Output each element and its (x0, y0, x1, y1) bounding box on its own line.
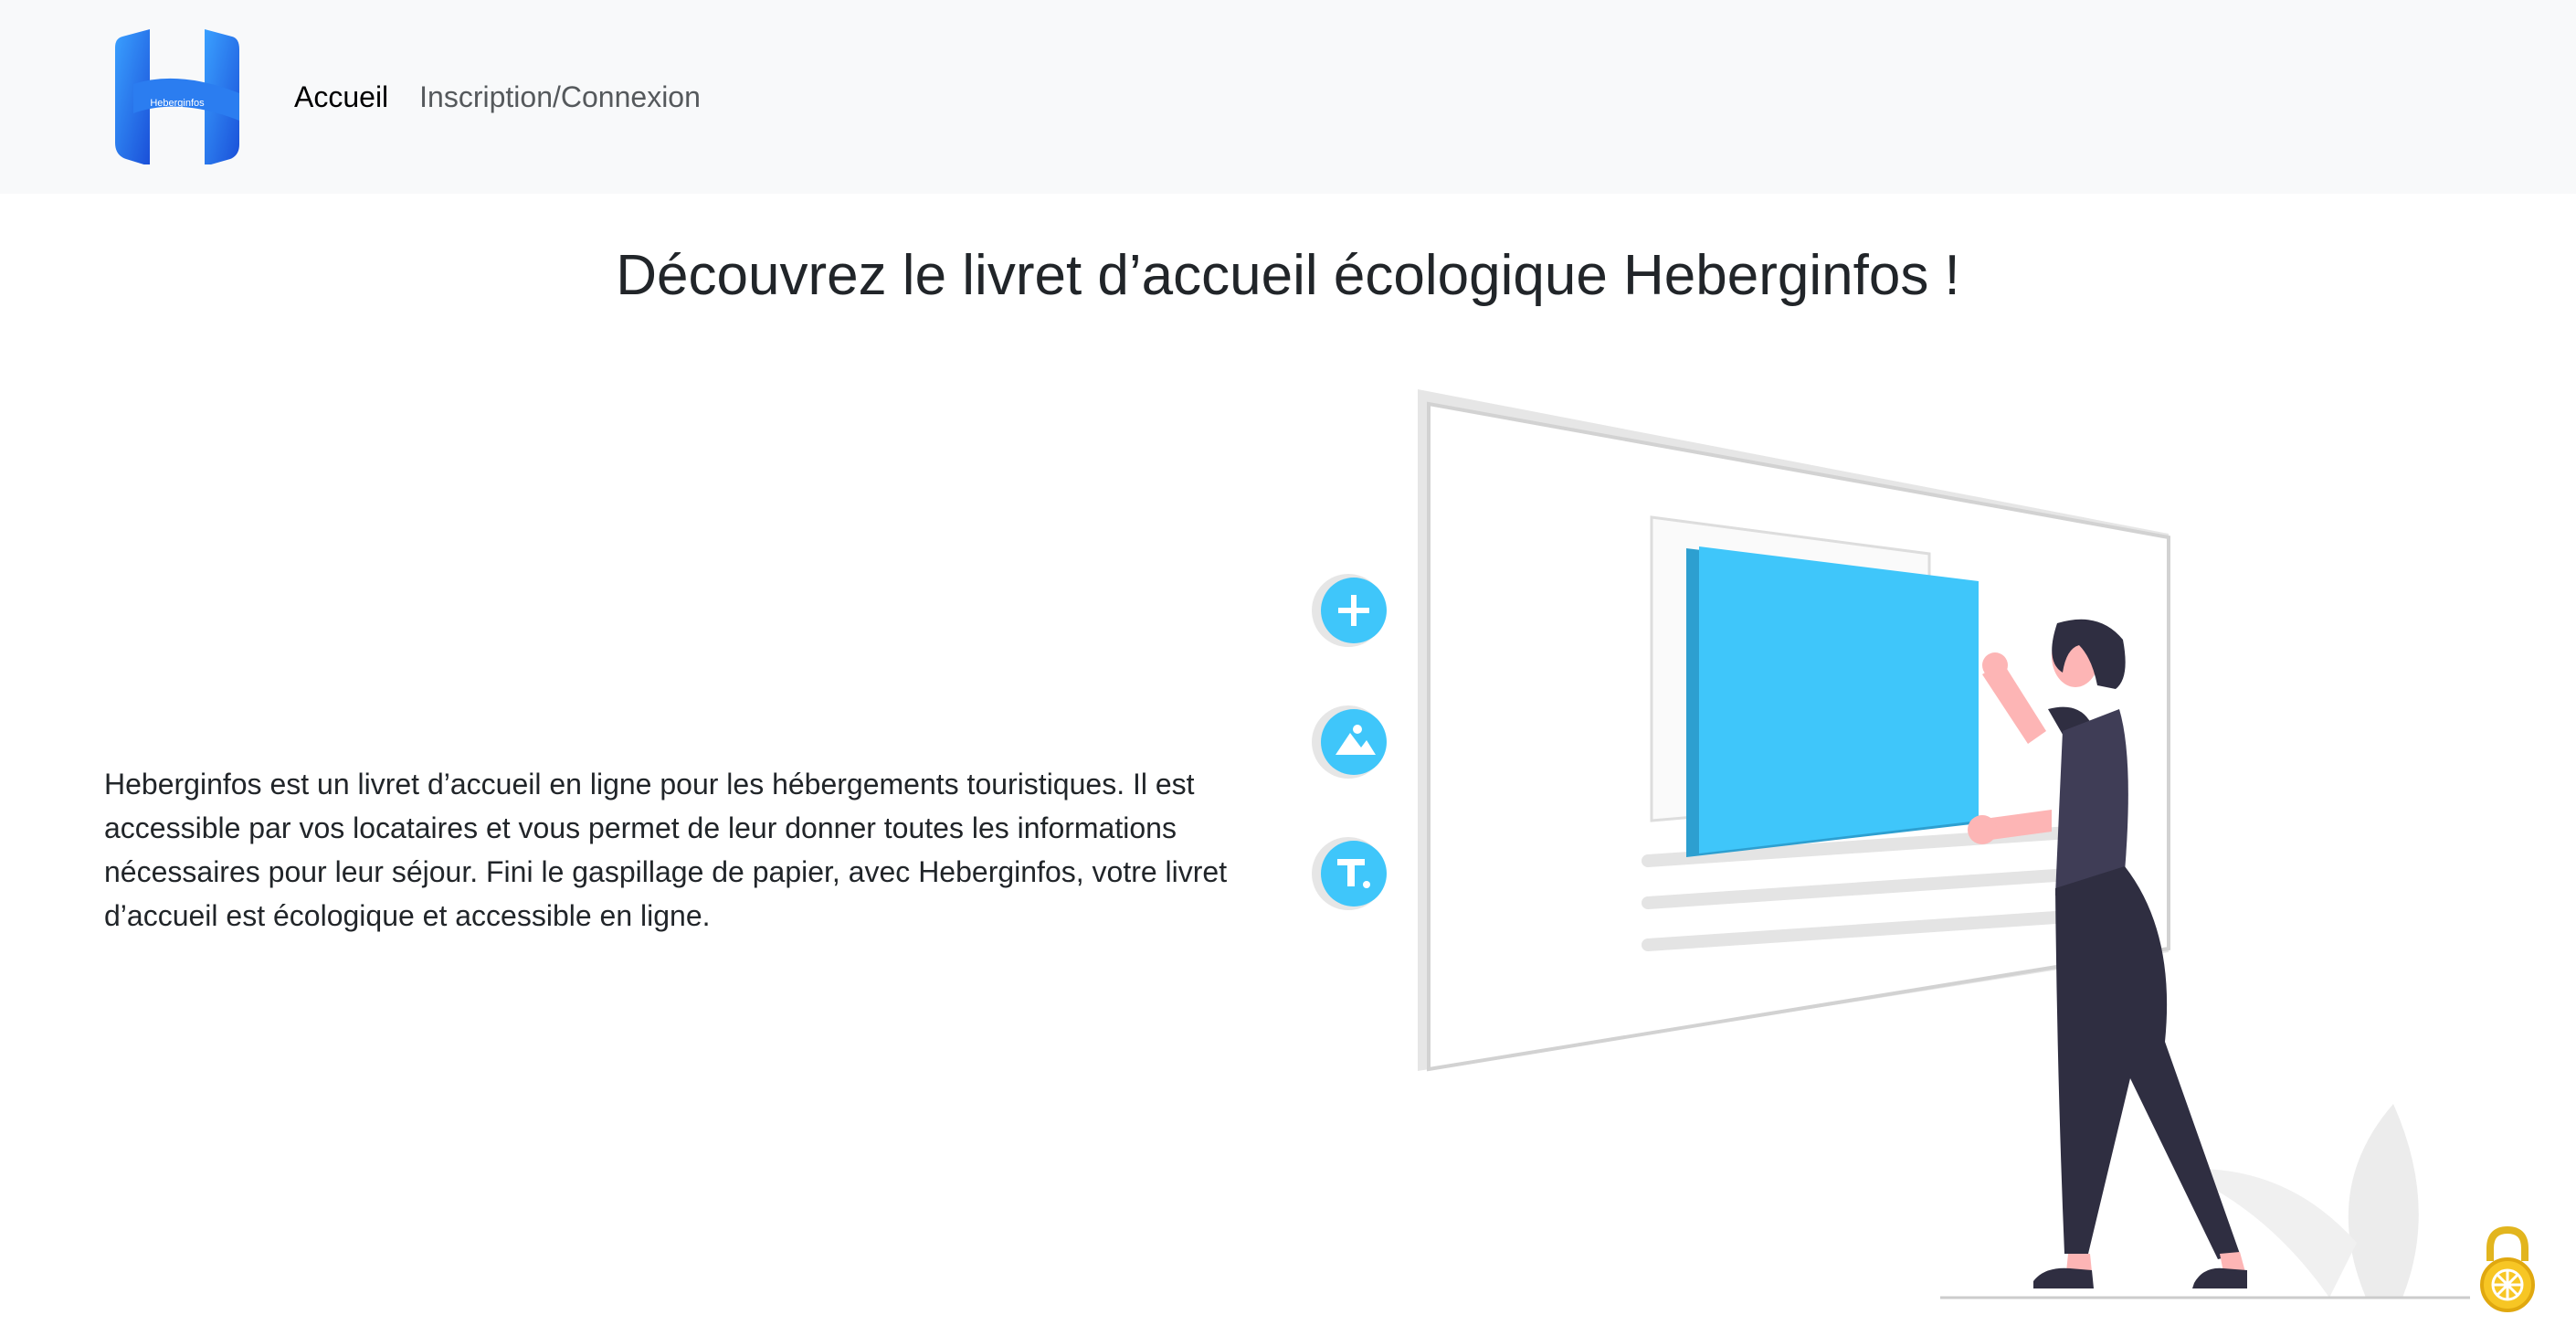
page-title: Découvrez le livret d’accueil écologique… (616, 244, 1960, 307)
text-icon (1312, 837, 1387, 910)
blue-card (1699, 546, 1979, 854)
svg-text:Heberginfos: Heberginfos (150, 98, 205, 109)
nav-link-inscription-connexion[interactable]: Inscription/Connexion (419, 79, 701, 115)
plus-icon (1312, 574, 1387, 647)
plant (2348, 1104, 2419, 1298)
brand-logo[interactable]: Heberginfos (115, 29, 239, 164)
image-icon (1312, 705, 1387, 779)
hero-illustration (1297, 384, 2521, 1307)
navbar: Heberginfos Accueil Inscription/Connexio… (0, 0, 2576, 194)
intro-paragraph: Heberginfos est un livret d’accueil en l… (104, 768, 1228, 932)
nav-link-accueil[interactable]: Accueil (294, 79, 388, 115)
lock-badge-icon[interactable] (2477, 1225, 2538, 1312)
main-nav: Accueil Inscription/Connexion (294, 79, 701, 115)
